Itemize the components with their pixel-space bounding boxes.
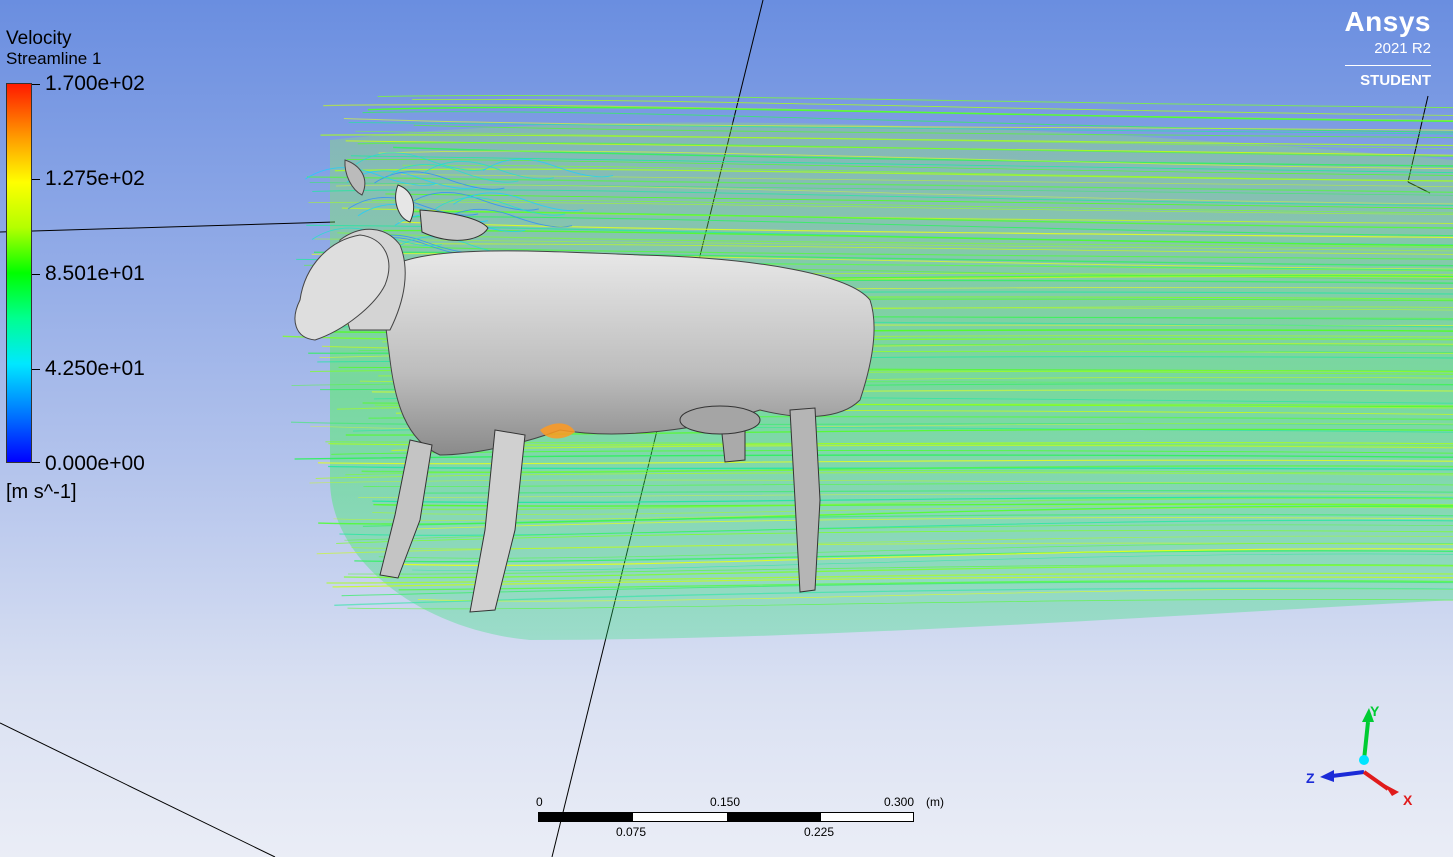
scale-label-top: 0 (536, 795, 543, 809)
scale-label-top: 0.300 (884, 795, 915, 809)
legend-label: 1.275e+02 (45, 167, 145, 190)
axis-x-line (1362, 770, 1390, 791)
legend-subtitle: Streamline 1 (6, 49, 102, 68)
scale-segment (727, 813, 821, 821)
scale-label-bottom: 0.075 (616, 825, 647, 839)
axis-x-label: X (1403, 792, 1413, 808)
legend-tick (32, 84, 40, 85)
scale-label-bottom: 0.225 (804, 825, 835, 839)
viewport-3d[interactable]: Y Z X (0, 0, 1453, 857)
legend-title: Velocity (6, 28, 72, 49)
logo-name: Ansys (1344, 6, 1431, 37)
legend-label-max: 1.700e+02 (45, 72, 145, 95)
axis-origin (1359, 755, 1369, 765)
cow-udder (679, 405, 761, 435)
legend-tick (32, 462, 40, 463)
streamline (367, 106, 1453, 123)
ansys-logo: Ansys 2021 R2 STUDENT (1344, 6, 1431, 89)
legend-tick (32, 179, 40, 180)
logo-divider (1345, 65, 1431, 66)
logo-version: 2021 R2 (1374, 40, 1431, 57)
axis-z-label: Z (1306, 770, 1315, 786)
legend-label-min: 0.000e+00 (45, 452, 145, 475)
logo-edition: STUDENT (1360, 72, 1431, 89)
legend-unit: [m s^-1] (6, 481, 77, 503)
axis-y-line (1362, 721, 1370, 761)
axis-y-label: Y (1370, 703, 1380, 719)
legend-label: 8.501e+01 (45, 262, 145, 285)
scale-bar: 0 0.150 0.300 (m) 0.075 0.225 (536, 794, 958, 844)
legend-color-bar (6, 83, 32, 463)
scale-segment (539, 813, 633, 821)
legend-tick (32, 274, 40, 275)
axis-triad: Y Z X (1306, 703, 1413, 808)
legend-label: 4.250e+01 (45, 357, 145, 380)
scale-bar-graphic (538, 812, 914, 822)
scale-unit: (m) (926, 795, 944, 809)
axis-z-line (1331, 770, 1365, 778)
axis-z-arrow (1320, 770, 1334, 782)
legend-tick (32, 369, 40, 370)
scale-label-top: 0.150 (710, 795, 741, 809)
